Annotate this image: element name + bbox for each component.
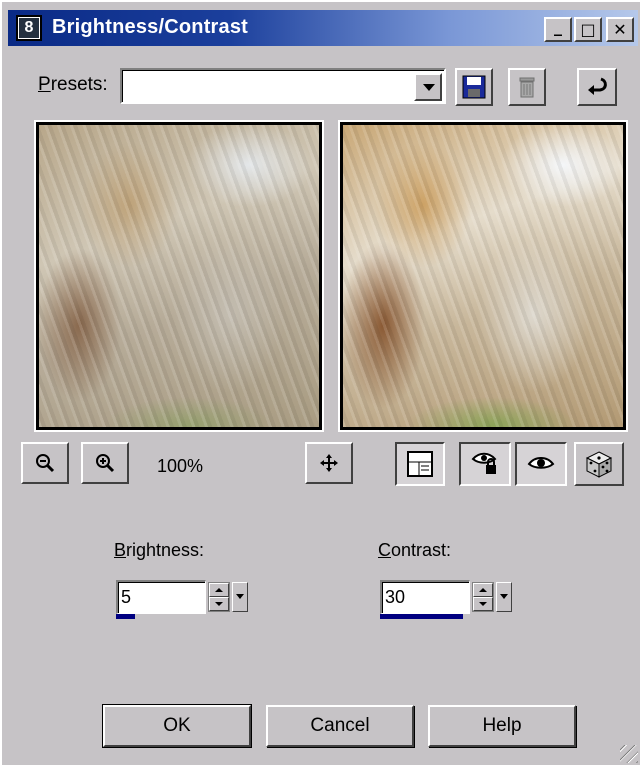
contrast-input[interactable]: 30 [380, 580, 470, 614]
brightness-label: Brightness: [114, 540, 205, 560]
minimize-button[interactable]: _ [544, 17, 572, 42]
contrast-up-arrow-icon[interactable] [473, 583, 493, 597]
preview-layout-icon [407, 451, 433, 477]
presets-dropdown[interactable] [120, 68, 446, 104]
brightness-level-bar[interactable] [116, 614, 135, 619]
pan-move-icon [320, 454, 338, 472]
auto-proof-toggle[interactable] [515, 442, 567, 486]
pan-button[interactable] [305, 442, 353, 484]
presets-label: Presets: [38, 74, 108, 95]
brightness-up-arrow-icon[interactable] [209, 583, 229, 597]
chevron-down-icon[interactable] [414, 73, 442, 101]
brightness-input[interactable]: 5 [116, 580, 206, 614]
zoom-out-icon [36, 454, 55, 473]
close-button[interactable]: ✕ [606, 17, 634, 42]
brightness-slider-dropdown-icon[interactable] [232, 582, 248, 612]
contrast-down-arrow-icon[interactable] [473, 597, 493, 611]
dialog-window: 8 Brightness/Contrast _ □ ✕ Presets: 100… [0, 0, 640, 765]
title-bar[interactable]: 8 Brightness/Contrast _ □ ✕ [8, 10, 638, 46]
ok-button[interactable]: OK [102, 704, 252, 748]
save-preset-button[interactable] [455, 68, 493, 106]
eye-lock-icon [471, 452, 497, 474]
randomize-button[interactable] [574, 442, 624, 486]
proof-lock-toggle[interactable] [459, 442, 511, 486]
maximize-icon: □ [580, 20, 596, 39]
app-icon[interactable]: 8 [16, 15, 42, 41]
zoom-in-button[interactable] [81, 442, 129, 484]
contrast-spinner[interactable]: 30 [380, 580, 520, 622]
brightness-spinner[interactable]: 5 [116, 580, 256, 622]
contrast-slider-dropdown-icon[interactable] [496, 582, 512, 612]
save-preset-icon [462, 75, 486, 99]
zoom-in-icon [96, 454, 115, 473]
brightness-down-arrow-icon[interactable] [209, 597, 229, 611]
zoom-out-button[interactable] [21, 442, 69, 484]
eye-icon [527, 457, 555, 469]
dice-icon [585, 451, 613, 478]
zoom-level: 100% [157, 456, 204, 476]
brightness-stepper[interactable] [208, 582, 230, 612]
preview-before-image[interactable] [34, 120, 324, 432]
maximize-button[interactable]: □ [574, 17, 602, 42]
show-previews-toggle[interactable] [395, 442, 445, 486]
help-button[interactable]: Help [428, 705, 576, 747]
reset-icon [588, 77, 607, 95]
resize-grip-icon[interactable] [620, 745, 638, 763]
minimize-icon: _ [554, 17, 562, 36]
cancel-button[interactable]: Cancel [266, 705, 414, 747]
preview-after-image [338, 120, 628, 432]
app-icon-label: 8 [19, 18, 39, 38]
contrast-label: Contrast: [378, 540, 452, 560]
contrast-stepper[interactable] [472, 582, 494, 612]
contrast-level-bar[interactable] [380, 614, 463, 619]
window-title: Brightness/Contrast [52, 16, 249, 38]
delete-preset-icon [519, 77, 535, 98]
reset-button[interactable] [577, 68, 617, 106]
delete-preset-button[interactable] [508, 68, 546, 106]
close-icon: ✕ [613, 20, 627, 39]
